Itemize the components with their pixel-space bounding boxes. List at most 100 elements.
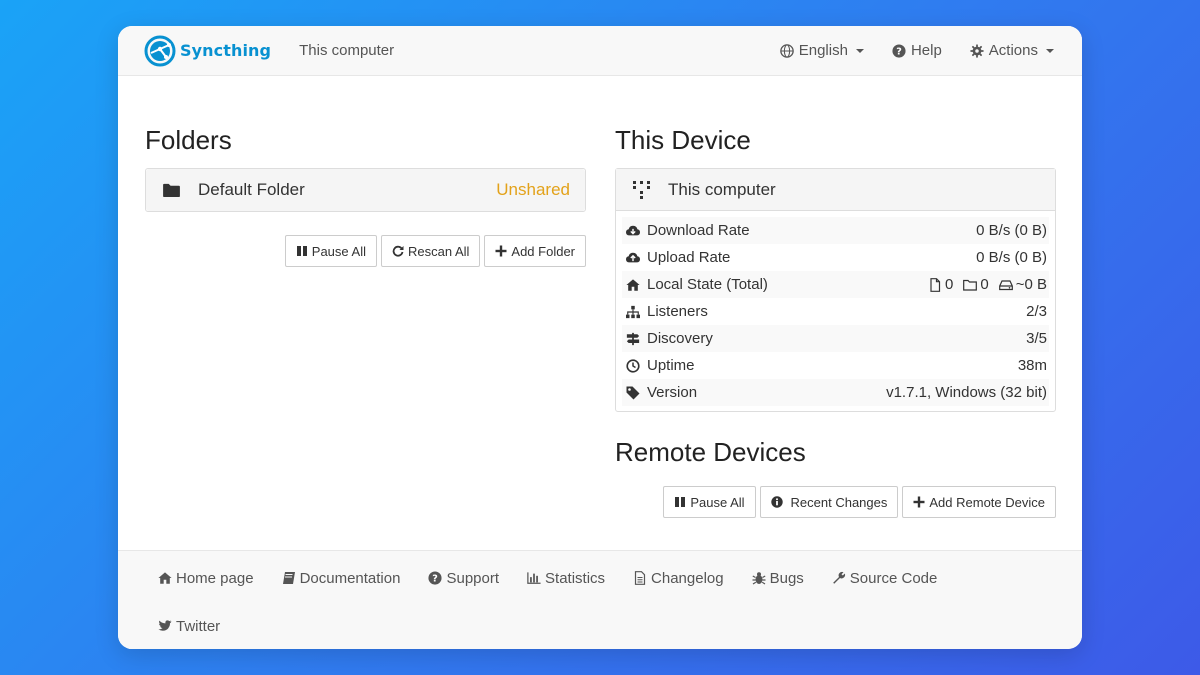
bugs-label: Bugs xyxy=(769,569,804,587)
rescan-all-label: Rescan All xyxy=(407,243,470,259)
this-device-heading[interactable]: This computer xyxy=(616,169,1055,211)
footer-link-twitter[interactable]: Twitter xyxy=(158,611,220,641)
twitter-label: Twitter xyxy=(176,617,221,635)
upload-rate-label: Upload Rate xyxy=(647,249,731,266)
svg-text:?: ? xyxy=(433,574,439,585)
device-identicon-icon xyxy=(633,180,651,199)
device-section: This Device This computer Download Rate … xyxy=(615,122,1056,518)
chevron-down-icon xyxy=(1046,48,1054,53)
pause-all-folders-button[interactable]: Pause All xyxy=(284,235,377,267)
question-circle-icon: ? xyxy=(428,571,443,585)
version-value: v1.7.1, Windows (32 bit) xyxy=(886,384,1047,401)
listeners-label: Listeners xyxy=(647,303,708,320)
local-state-label: Local State (Total) xyxy=(647,276,768,293)
uptime-label: Uptime xyxy=(647,357,695,374)
pause-all-devices-button[interactable]: Pause All xyxy=(663,486,756,518)
actions-dropdown[interactable]: Actions xyxy=(970,42,1054,59)
file-text-icon xyxy=(634,571,646,585)
footer: Home page Documentation ? Support Statis… xyxy=(118,550,1082,649)
discovery-label: Discovery xyxy=(647,330,713,347)
wrench-icon xyxy=(832,571,845,584)
folder-outline-icon xyxy=(963,279,978,291)
plus-icon xyxy=(495,245,507,257)
this-device-body: Download Rate 0 B/s (0 B) Upload Rate 0 … xyxy=(616,211,1055,411)
folders-section: Folders Default Folder Unshared Pause Al… xyxy=(145,122,586,267)
plus-icon xyxy=(913,496,925,508)
file-icon xyxy=(930,277,941,292)
local-dirs: 0 xyxy=(963,276,989,293)
question-circle-icon: ? xyxy=(892,43,906,58)
add-folder-button[interactable]: Add Folder xyxy=(484,235,586,267)
remote-devices-button-row: Pause All Recent Changes Add Remote Devi… xyxy=(615,486,1056,518)
language-dropdown[interactable]: English xyxy=(779,42,864,59)
bug-icon xyxy=(752,572,766,585)
support-label: Support xyxy=(446,569,500,587)
help-button[interactable]: ? Help xyxy=(892,42,942,59)
recent-changes-button[interactable]: Recent Changes xyxy=(759,486,899,518)
add-folder-label: Add Folder xyxy=(511,243,575,259)
download-rate-row: Download Rate 0 B/s (0 B) xyxy=(622,217,1049,244)
cloud-download-icon xyxy=(625,224,641,238)
discovery-value: 3/5 xyxy=(1026,330,1047,347)
uptime-value: 38m xyxy=(1017,357,1047,374)
home-icon xyxy=(158,572,172,584)
discovery-row[interactable]: Discovery 3/5 xyxy=(622,325,1049,352)
documentation-label: Documentation xyxy=(299,569,401,587)
refresh-icon xyxy=(392,245,404,257)
upload-rate-value: 0 B/s (0 B) xyxy=(976,249,1047,266)
footer-link-changelog[interactable]: Changelog xyxy=(633,563,724,593)
navbar: Syncthing This computer English ? Help A… xyxy=(118,26,1082,76)
bar-chart-icon xyxy=(527,572,541,584)
footer-link-statistics[interactable]: Statistics xyxy=(527,563,605,593)
this-device-panel: This computer Download Rate 0 B/s (0 B) … xyxy=(615,168,1056,412)
source-code-label: Source Code xyxy=(849,569,938,587)
hdd-icon xyxy=(998,279,1013,290)
brand[interactable]: Syncthing xyxy=(144,26,271,76)
twitter-icon xyxy=(158,620,172,631)
add-remote-device-label: Add Remote Device xyxy=(929,494,1045,510)
home-icon xyxy=(625,278,641,292)
version-row: Version v1.7.1, Windows (32 bit) xyxy=(622,379,1049,406)
add-remote-device-button[interactable]: Add Remote Device xyxy=(902,486,1056,518)
navbar-right: English ? Help Actions xyxy=(779,42,1054,59)
cloud-upload-icon xyxy=(625,251,641,265)
changelog-label: Changelog xyxy=(651,569,724,587)
local-dirs-count: 0 xyxy=(980,276,989,293)
footer-link-documentation[interactable]: Documentation xyxy=(282,563,401,593)
signpost-icon xyxy=(625,332,641,346)
folder-panel-heading[interactable]: Default Folder Unshared xyxy=(146,169,585,211)
folders-button-row: Pause All Rescan All Add Folder xyxy=(145,235,586,267)
folder-panel[interactable]: Default Folder Unshared xyxy=(145,168,586,212)
folder-name: Default Folder xyxy=(198,180,305,199)
folder-icon xyxy=(163,182,181,198)
app-window: Syncthing This computer English ? Help A… xyxy=(118,26,1082,649)
pause-all-label: Pause All xyxy=(311,243,366,259)
svg-text:?: ? xyxy=(896,46,902,57)
rescan-all-button[interactable]: Rescan All xyxy=(380,235,481,267)
clock-icon xyxy=(625,358,641,373)
statistics-label: Statistics xyxy=(545,569,606,587)
local-size: ~0 B xyxy=(998,276,1047,293)
footer-link-support[interactable]: ? Support xyxy=(428,563,499,593)
sitemap-icon xyxy=(625,305,641,319)
pause-all-devices-label: Pause All xyxy=(690,494,745,510)
uptime-row: Uptime 38m xyxy=(622,352,1049,379)
navbar-device-name: This computer xyxy=(299,42,395,59)
download-rate-value: 0 B/s (0 B) xyxy=(976,222,1047,239)
syncthing-logo-icon xyxy=(144,35,176,66)
gear-icon xyxy=(970,43,984,58)
footer-link-bugs[interactable]: Bugs xyxy=(752,563,804,593)
listeners-row[interactable]: Listeners 2/3 xyxy=(622,298,1049,325)
actions-label: Actions xyxy=(988,42,1038,59)
book-icon xyxy=(282,572,295,584)
globe-icon xyxy=(779,43,794,58)
download-rate-label: Download Rate xyxy=(647,222,750,239)
footer-link-home-page[interactable]: Home page xyxy=(158,563,254,593)
tag-icon xyxy=(625,386,641,400)
version-label: Version xyxy=(647,384,698,401)
info-circle-icon xyxy=(770,496,783,508)
chevron-down-icon xyxy=(855,48,864,53)
brand-text: Syncthing xyxy=(180,41,272,60)
footer-link-source-code[interactable]: Source Code xyxy=(832,563,938,593)
this-device-name: This computer xyxy=(668,179,776,199)
